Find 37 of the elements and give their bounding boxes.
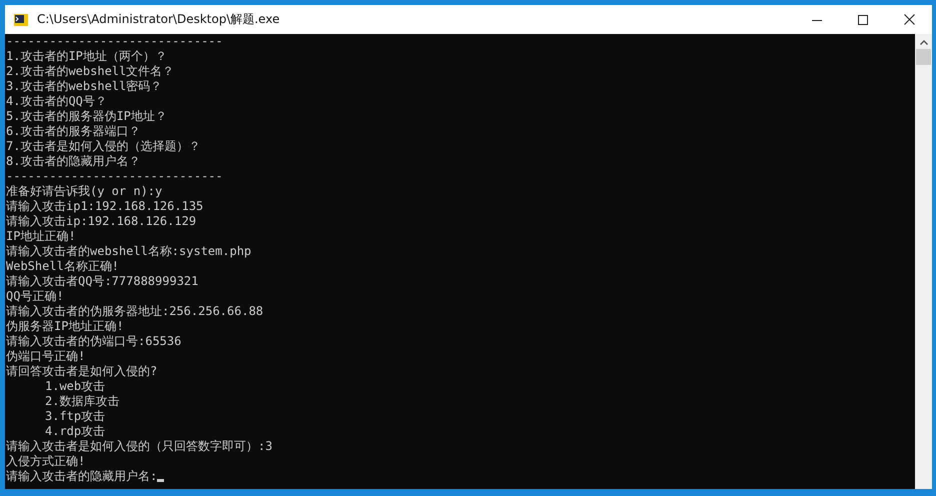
console-line: 请输入攻击者的隐藏用户名: [6,469,158,484]
console-line: 1.web攻击 [45,379,106,394]
console-app-icon [13,12,29,28]
console-line: 请输入攻击者QQ号:777888999321 [6,274,198,289]
maximize-icon [858,14,868,24]
console-line: WebShell名称正确! [6,259,120,274]
console-line: 请输入攻击ip:192.168.126.129 [6,214,196,229]
console-line: ------------------------------ [6,34,223,49]
console-line: 请回答攻击者是如何入侵的? [6,364,158,379]
console-line: 4.rdp攻击 [45,424,106,439]
console-line: 准备好请告诉我(y or n):y [6,184,162,199]
scroll-up-icon[interactable] [920,40,928,45]
scrollbar[interactable] [915,34,932,489]
console-line: 1.攻击者的IP地址（两个）？ [6,49,167,64]
console-line: 8.攻击者的隐藏用户名？ [6,154,140,169]
console-line: 3.ftp攻击 [45,409,106,424]
console-line: 6.攻击者的服务器端口？ [6,124,140,139]
console-line: 3.攻击者的webshell密码？ [6,79,162,94]
close-icon [904,14,914,25]
window-title: C:\Users\Administrator\Desktop\解题.exe [37,11,280,28]
console-line: QQ号正确! [6,289,64,304]
console-line: 伪端口号正确! [6,349,86,364]
console-line: 4.攻击者的QQ号？ [6,94,107,109]
console-line: 入侵方式正确! [6,454,86,469]
scrollbar-thumb[interactable] [916,49,931,65]
console-line: 请输入攻击ip1:192.168.126.135 [6,199,204,214]
console-line: 请输入攻击者的伪服务器地址:256.256.66.88 [6,304,264,319]
console-line: 伪服务器IP地址正确! [6,319,124,334]
console-line: IP地址正确! [6,229,76,244]
console-line: ------------------------------ [6,169,223,184]
console-line: 7.攻击者是如何入侵的（选择题）？ [6,139,200,154]
console-line: 请输入攻击者的webshell名称:system.php [6,244,252,259]
console-line: 2.数据库攻击 [45,394,120,409]
console-line: 请输入攻击者的伪端口号:65536 [6,334,182,349]
console-line: 2.攻击者的webshell文件名？ [6,64,174,79]
console-line: 请输入攻击者是如何入侵的（只回答数字即可）:3 [6,439,272,454]
console-line: 5.攻击者的服务器伪IP地址？ [6,109,167,124]
